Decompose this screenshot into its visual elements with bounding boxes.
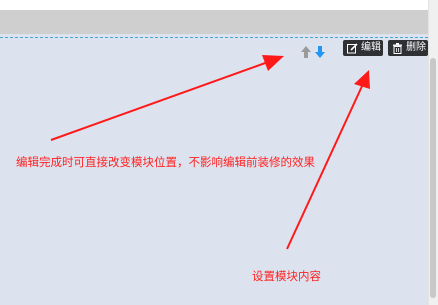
trash-icon (392, 42, 403, 54)
delete-button-label: 删除 (406, 42, 426, 53)
move-up-button[interactable] (301, 43, 311, 58)
arrow-up-icon (301, 46, 311, 58)
arrow-down-icon (315, 46, 325, 58)
edit-icon (347, 42, 358, 54)
edit-button-label: 编辑 (361, 42, 381, 53)
module-selection-border (0, 37, 428, 38)
delete-button[interactable]: 删除 (388, 40, 428, 56)
move-module-annotation: 编辑完成时可直接改变模块位置，不影响编辑前装修的效果 (16, 155, 315, 169)
top-blank-strip (0, 0, 428, 10)
edit-button[interactable]: 编辑 (343, 40, 383, 56)
settings-annotation: 设置模块内容 (252, 269, 321, 283)
module-container[interactable] (0, 34, 428, 305)
move-down-button[interactable] (315, 43, 325, 58)
page-header-band (0, 10, 428, 34)
scrollbar-thumb[interactable] (430, 58, 436, 298)
